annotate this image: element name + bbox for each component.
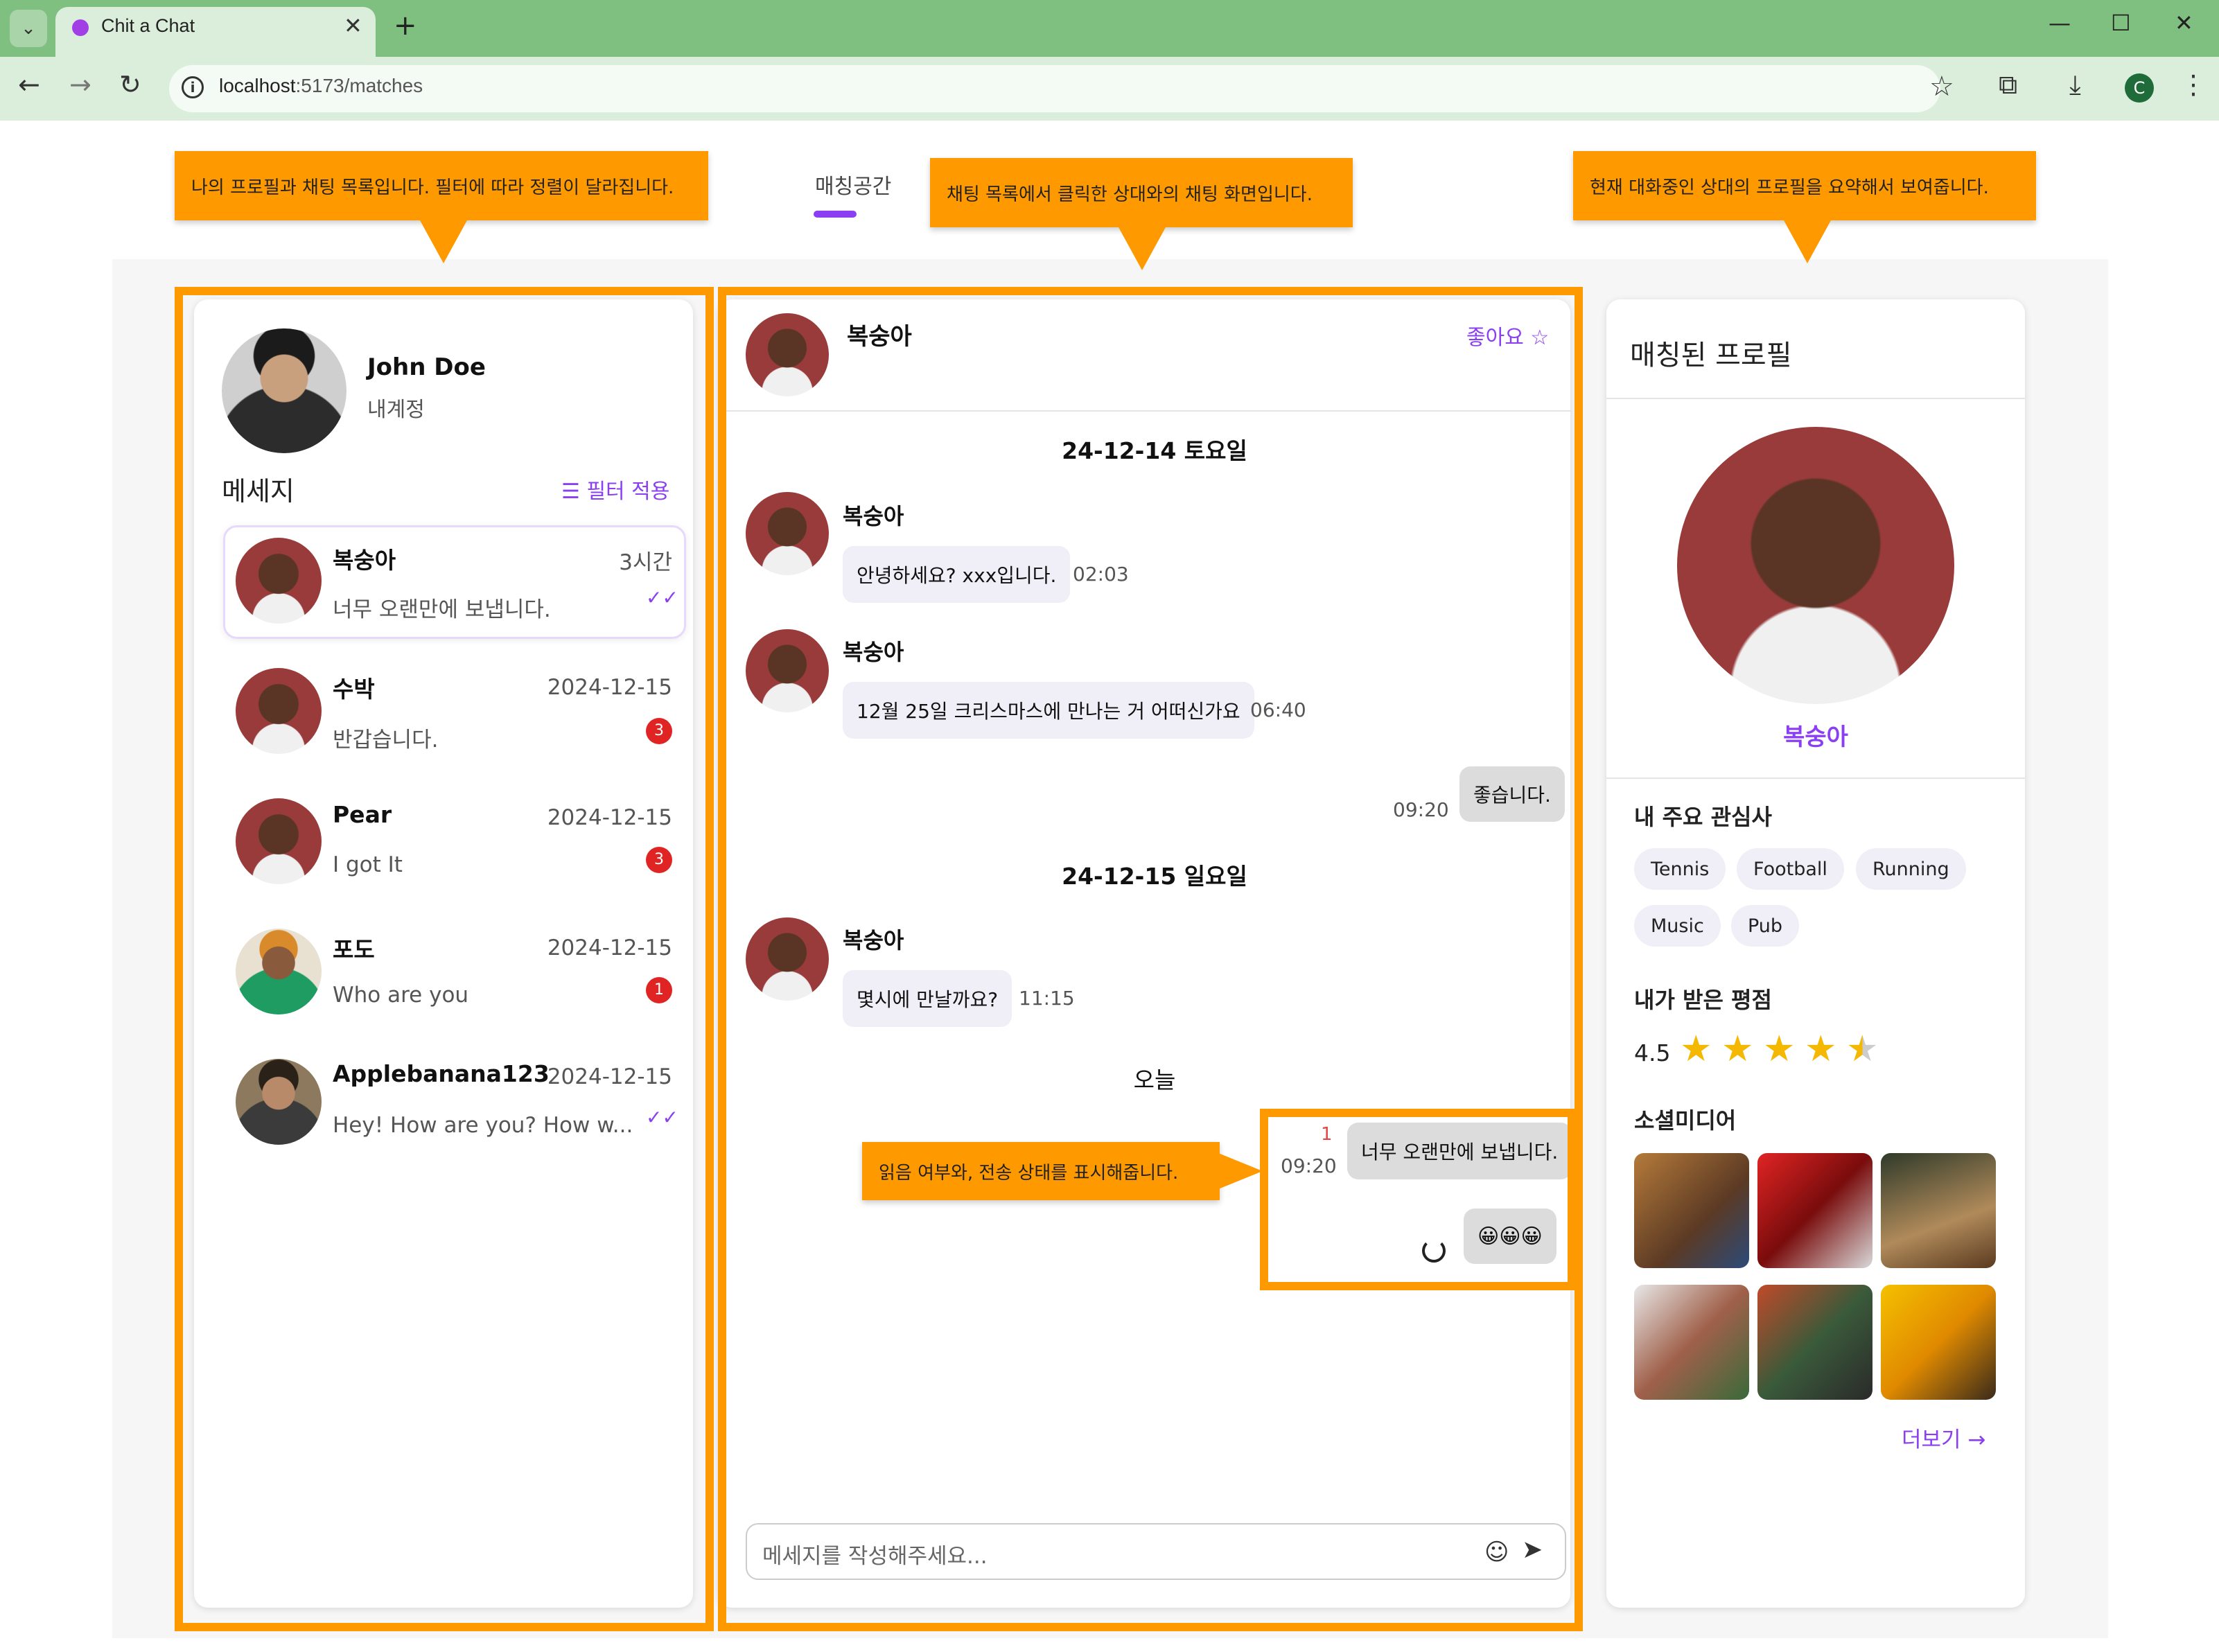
reload-icon[interactable]: ↻ (119, 69, 141, 100)
more-link[interactable]: 더보기 → (1902, 1422, 1985, 1453)
active-tab-indicator (814, 211, 857, 218)
profile-avatar[interactable]: C (2125, 73, 2154, 103)
interest-chip: Tennis (1634, 848, 1726, 890)
star-icon: ★ (1721, 1028, 1754, 1070)
star-icon: ★ (1680, 1028, 1712, 1070)
rating-title: 내가 받은 평점 (1634, 987, 1772, 1013)
callout-status: 읽음 여부와, 전송 상태를 표시해줍니다. (862, 1142, 1220, 1200)
social-photo[interactable] (1757, 1153, 1872, 1268)
matched-profile-name: 복숭아 (1783, 723, 1848, 751)
extensions-icon[interactable]: ⧉ (1999, 69, 2017, 100)
social-photo[interactable] (1634, 1153, 1749, 1268)
callout-arrow (420, 220, 467, 263)
callout-right: 현재 대화중인 상대의 프로필을 요약해서 보여줍니다. (1573, 151, 2036, 220)
callout-arrow (1784, 220, 1831, 263)
matched-profile-title: 매칭된 프로필 (1630, 340, 1792, 371)
tab-matching-space[interactable]: 매칭공간 (815, 169, 891, 200)
interest-chip: Music (1634, 905, 1721, 947)
callout-arrow (1218, 1153, 1263, 1189)
social-photo[interactable] (1881, 1285, 1996, 1400)
window-close-icon[interactable]: ✕ (2175, 10, 2193, 36)
social-photo[interactable] (1881, 1153, 1996, 1268)
divider (1606, 398, 2025, 399)
bookmark-star-icon[interactable]: ☆ (1929, 71, 1954, 103)
social-photo[interactable] (1757, 1285, 1872, 1400)
half-star-icon: ★ (1846, 1028, 1879, 1070)
social-photo[interactable] (1634, 1285, 1749, 1400)
callout-chat: 채팅 목록에서 클릭한 상대와의 채팅 화면입니다. (930, 158, 1353, 227)
new-tab-button[interactable]: + (394, 10, 417, 42)
tab-close-icon[interactable]: ✕ (344, 12, 362, 39)
interest-chip: Running (1856, 848, 1966, 890)
back-icon[interactable]: ← (18, 69, 40, 100)
forward-icon[interactable]: → (69, 69, 91, 100)
tab-title: Chit a Chat (101, 15, 195, 36)
address-bar[interactable] (169, 65, 1940, 112)
interest-chip: Football (1737, 848, 1844, 890)
interests-title: 내 주요 관심사 (1634, 804, 1772, 830)
interest-chip: Pub (1731, 905, 1800, 947)
matched-profile-photo (1677, 427, 1954, 704)
download-icon[interactable]: ⤓ (2069, 69, 2081, 100)
divider (1606, 777, 2025, 779)
tab-search-button[interactable]: ⌄ (10, 10, 47, 47)
callout-arrow (1119, 227, 1166, 270)
browser-menu-icon[interactable]: ⋮ (2180, 69, 2207, 100)
minimize-icon[interactable]: — (2049, 10, 2071, 36)
tab-favicon-icon (72, 19, 89, 36)
social-media-title: 소셜미디어 (1634, 1107, 1737, 1134)
callout-left: 나의 프로필과 채팅 목록입니다. 필터에 따라 정렬이 달라집니다. (175, 151, 708, 220)
rating-value: 4.5 (1634, 1039, 1671, 1066)
annotation-frame-status (1260, 1109, 1576, 1290)
annotation-frame-chat (718, 287, 1583, 1631)
url-text: localhost:5173/matches (219, 75, 423, 96)
star-icon: ★ (1805, 1028, 1837, 1070)
maximize-icon[interactable]: ☐ (2111, 10, 2131, 36)
star-icon: ★ (1763, 1028, 1796, 1070)
site-info-icon[interactable]: i (182, 76, 204, 98)
annotation-frame-left (175, 287, 714, 1631)
